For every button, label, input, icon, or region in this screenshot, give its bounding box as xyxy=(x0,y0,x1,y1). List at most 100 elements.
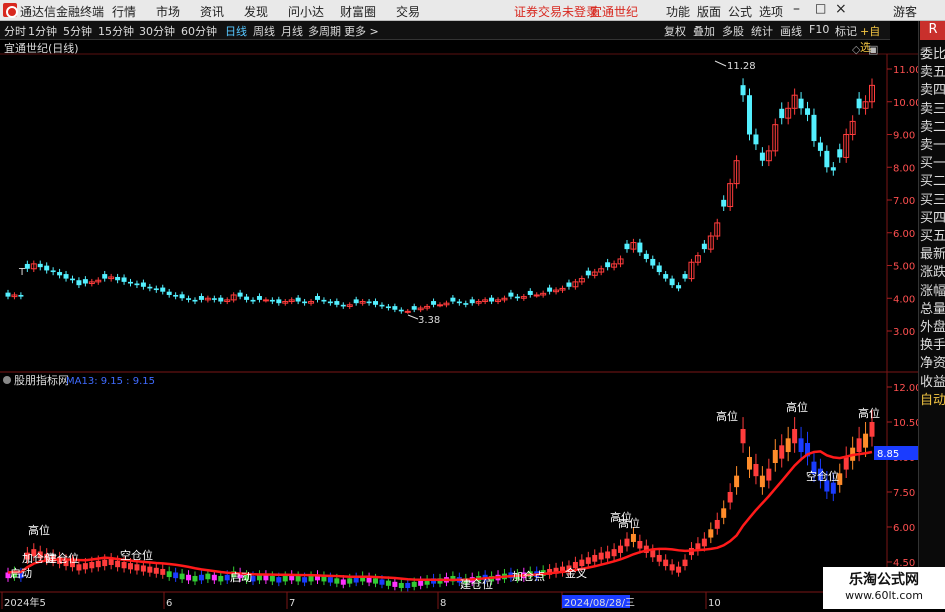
candle-body xyxy=(353,299,359,304)
sidebar-item[interactable]: 净资 xyxy=(920,355,945,373)
main-y-tick: 5.00 xyxy=(893,262,915,273)
btn-f10[interactable]: F10 xyxy=(809,23,829,36)
candle-body xyxy=(514,296,520,299)
btn-fuquan[interactable]: 复权 xyxy=(664,23,686,39)
menu-zixun[interactable]: 资讯 xyxy=(200,3,224,20)
btn-biaoji[interactable]: 标记 xyxy=(835,23,857,39)
candle-body xyxy=(753,134,759,145)
candle-body xyxy=(437,304,443,307)
login-notice[interactable]: 证券交易未登录 xyxy=(514,3,598,20)
sidebar-item[interactable]: 涨幅 xyxy=(920,283,945,301)
period-monthly[interactable]: 月线 xyxy=(281,23,303,39)
signal-annotation: 高位 xyxy=(858,406,880,420)
menu-shichang[interactable]: 市场 xyxy=(156,3,180,20)
candle-body xyxy=(740,85,746,96)
period-1min[interactable]: 1分钟 xyxy=(28,23,57,39)
sidebar-item[interactable]: 买二 xyxy=(920,173,945,191)
signal-annotation: 加仓点 xyxy=(512,569,545,583)
candle-body xyxy=(24,263,30,269)
menu-gongneng[interactable]: 功能 xyxy=(666,3,690,20)
btn-duogu[interactable]: 多股 xyxy=(722,23,744,39)
period-30min[interactable]: 30分钟 xyxy=(139,23,175,39)
diamond-icon[interactable]: ◇ xyxy=(852,43,861,56)
period-multi[interactable]: 多周期 xyxy=(308,23,341,39)
candle-body xyxy=(721,199,727,207)
candle-body xyxy=(140,282,146,287)
sidebar-item[interactable]: 买四 xyxy=(920,210,945,228)
sidebar-item[interactable]: 外盘 xyxy=(920,319,945,337)
sidebar-item[interactable]: 涨跌 xyxy=(920,264,945,282)
btn-diejia[interactable]: 叠加 xyxy=(693,23,715,39)
watermark-line2: www.60lt.com xyxy=(845,589,923,602)
candle-body xyxy=(585,270,591,276)
candle-body xyxy=(179,294,185,299)
menu-faxian[interactable]: 发现 xyxy=(244,3,268,20)
menu-banmian[interactable]: 版面 xyxy=(697,3,721,20)
menu-wenxiaoda[interactable]: 问小达 xyxy=(288,3,324,20)
period-weekly[interactable]: 周线 xyxy=(253,23,275,39)
candle-body xyxy=(18,294,24,297)
sidebar-item[interactable]: 卖一 xyxy=(920,137,945,155)
sidebar-item[interactable]: 买三 xyxy=(920,192,945,210)
candle-body xyxy=(805,108,811,115)
signal-annotation: 空仓位 xyxy=(120,548,153,562)
chart-area[interactable]: 宜通世纪(日线) ◇ ▣ 股朋指标网 MA13: 9.15 : 9.15 11.… xyxy=(0,40,922,609)
sidebar-item[interactable]: 自动 xyxy=(920,392,945,410)
signal-annotation: 建仓位 xyxy=(46,551,79,565)
chart-options-icon[interactable]: ▣ xyxy=(868,43,878,56)
candle-body xyxy=(262,299,269,302)
sidebar-item[interactable]: 卖三 xyxy=(920,101,945,119)
period-more[interactable]: 更多 > xyxy=(344,23,379,39)
candle-body xyxy=(508,292,514,297)
candle-body xyxy=(269,299,275,302)
period-daily[interactable]: 日线 xyxy=(225,23,247,39)
candle-body xyxy=(50,270,56,273)
btn-tongji[interactable]: 统计 xyxy=(751,23,773,39)
btn-huaxian[interactable]: 画线 xyxy=(780,23,802,39)
candle-body xyxy=(527,290,533,295)
x-axis-label: 7 xyxy=(289,598,295,609)
period-15min[interactable]: 15分钟 xyxy=(98,23,134,39)
candle-body xyxy=(295,297,301,302)
candle-body xyxy=(186,298,192,300)
maximize-icon[interactable]: □ xyxy=(815,1,826,15)
signal-annotation: 建仓位 xyxy=(460,577,493,591)
period-5min[interactable]: 5分钟 xyxy=(63,23,92,39)
close-icon[interactable]: × xyxy=(835,1,847,17)
menu-hangqing[interactable]: 行情 xyxy=(112,3,136,20)
sidebar-item[interactable]: 换手 xyxy=(920,337,945,355)
candle-body xyxy=(676,285,682,289)
menu-caifuquan[interactable]: 财富圈 xyxy=(340,3,376,20)
sidebar-item[interactable]: 卖四 xyxy=(920,82,945,100)
candle-body xyxy=(218,297,224,302)
candle-body xyxy=(746,95,752,135)
candle-body xyxy=(198,296,204,300)
candle-body xyxy=(276,299,282,304)
sidebar-item[interactable]: 委比 xyxy=(920,46,945,64)
sidebar-item[interactable]: 卖二 xyxy=(920,119,945,137)
candle-body xyxy=(82,279,88,284)
candle-body xyxy=(456,301,462,304)
menu-gongshi[interactable]: 公式 xyxy=(728,3,752,20)
candle-body xyxy=(605,262,611,268)
candle-body xyxy=(37,263,43,268)
sidebar-item[interactable]: 买五 xyxy=(920,228,945,246)
indicator-toggle-icon[interactable] xyxy=(3,376,11,384)
candle-body xyxy=(656,265,662,273)
guest-label[interactable]: 游客 xyxy=(893,3,917,20)
candle-body xyxy=(153,288,159,291)
minimize-icon[interactable]: – xyxy=(793,1,800,17)
candle-body xyxy=(166,291,172,295)
period-fenshi[interactable]: 分时 xyxy=(4,23,26,39)
candle-body xyxy=(256,296,262,300)
sidebar-item[interactable]: 买一 xyxy=(920,155,945,173)
period-60min[interactable]: 60分钟 xyxy=(181,23,217,39)
sidebar-item[interactable]: 卖五 xyxy=(920,64,945,82)
menu-jiaoyi[interactable]: 交易 xyxy=(396,3,420,20)
menu-xuanxiang[interactable]: 选项 xyxy=(759,3,783,20)
sidebar-item[interactable]: 最新 xyxy=(920,246,945,264)
sidebar-r-button[interactable]: R xyxy=(920,21,945,40)
sidebar-item[interactable]: 收益 xyxy=(920,374,945,392)
kline-svg[interactable]: 宜通世纪(日线) ◇ ▣ 股朋指标网 MA13: 9.15 : 9.15 11.… xyxy=(0,40,922,609)
sidebar-item[interactable]: 总量 xyxy=(920,301,945,319)
